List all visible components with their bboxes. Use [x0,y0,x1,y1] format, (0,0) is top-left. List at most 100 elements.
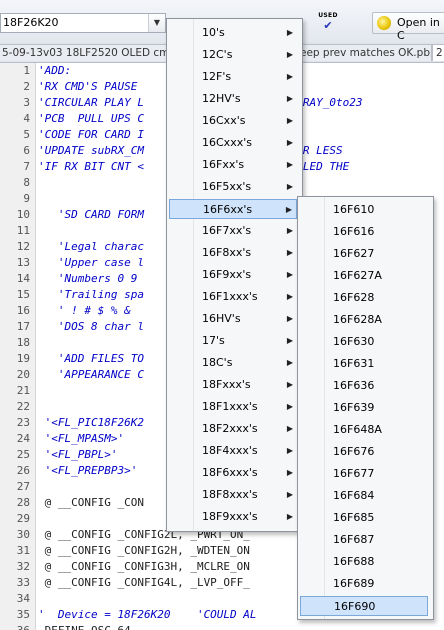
chevron-down-icon[interactable]: ▼ [148,14,165,32]
code-text: 'Trailing spa [38,288,144,301]
menu-item-family[interactable]: 12HV's ▶ [169,89,297,109]
line-number: 1 [23,64,30,77]
menu-item-label: 16Fxx's [202,158,245,171]
menu-item-label: 12F's [202,70,232,83]
code-text: ' Device = 18F26K20 'COULD AL [38,608,257,621]
menu-item-device[interactable]: 16F689 [300,574,428,594]
submenu-arrow-icon: ▶ [286,182,293,191]
sun-icon [377,16,391,30]
menu-item-device[interactable]: 16F688 [300,552,428,572]
menu-item-label: 16Cxx's [202,114,246,127]
code-line: 36 DEFINE OSC 64 [0,623,444,630]
menu-item-label: 16F639 [333,401,375,414]
code-text: 'Numbers 0 9 [38,272,138,285]
menu-item-label: 16F628 [333,291,375,304]
line-number: 33 [16,576,30,589]
line-number: 25 [16,448,30,461]
submenu-arrow-icon: ▶ [286,512,293,521]
menu-item-family[interactable]: 18F9xxx's ▶ [169,507,297,527]
code-text: 'DOS 8 char l [38,320,144,333]
menu-item-device[interactable]: 16F628 [300,288,428,308]
menu-item-label: 16F610 [333,203,375,216]
menu-item-device[interactable]: 16F690 [300,596,428,616]
menu-item-label: 16Cxxx's [202,136,252,149]
menu-item-device[interactable]: 16F684 [300,486,428,506]
code-text: 'Upper case l [38,256,144,269]
code-text: @ __CONFIG _CON [38,496,144,509]
menu-item-family[interactable]: 17's ▶ [169,331,297,351]
line-number: 2 [23,80,30,93]
submenu-arrow-icon: ▶ [286,380,293,389]
menu-item-device[interactable]: 16F687 [300,530,428,550]
line-number: 11 [16,224,30,237]
code-text: '<FL_MPASM>' [38,432,125,445]
menu-item-label: 18F4xxx's [202,444,258,457]
menu-item-family[interactable]: 18C's ▶ [169,353,297,373]
menu-item-device[interactable]: 16F631 [300,354,428,374]
menu-item-label: 16F636 [333,379,375,392]
code-text: 'ADD: [38,64,72,77]
menu-item-device[interactable]: 16F616 [300,222,428,242]
menu-item-device[interactable]: 16F610 [300,200,428,220]
line-number: 23 [16,416,30,429]
tab-file-3[interactable]: 2 [432,44,444,61]
line-number: 6 [23,144,30,157]
tab-file-2[interactable]: eep prev matches OK.pbp [296,44,432,61]
device-select[interactable]: 18F26K20 ▼ [0,13,166,33]
menu-item-label: 16F687 [333,533,375,546]
menu-item-family[interactable]: 18Fxxx's ▶ [169,375,297,395]
menu-item-device[interactable]: 16F648A [300,420,428,440]
menu-item-device[interactable]: 16F628A [300,310,428,330]
menu-item-family[interactable]: 16F9xx's ▶ [169,265,297,285]
menu-item-label: 16F6xx's [203,203,253,216]
line-number: 14 [16,272,30,285]
menu-item-family[interactable]: 16Fxx's ▶ [169,155,297,175]
menu-item-device[interactable]: 16F677 [300,464,428,484]
open-in-button[interactable]: Open in C [372,12,444,42]
submenu-arrow-icon: ▶ [286,468,293,477]
line-number: 19 [16,352,30,365]
menu-item-label: 12C's [202,48,233,61]
menu-item-family[interactable]: 16F5xx's ▶ [169,177,297,197]
menu-item-family[interactable]: 18F4xxx's ▶ [169,441,297,461]
menu-item-family[interactable]: 16F8xx's ▶ [169,243,297,263]
code-text: DEFINE OSC 64 [38,623,131,630]
menu-item-label: 16F688 [333,555,375,568]
menu-item-family[interactable]: 16HV's ▶ [169,309,297,329]
tab-file-1[interactable]: 5-09-13v03 18LF2520 OLED cmdsC [0,44,170,61]
menu-item-label: 16F627 [333,247,375,260]
line-number: 27 [16,480,30,493]
menu-item-family[interactable]: 16F6xx's ▶ [169,199,297,219]
menu-item-family[interactable]: 12C's ▶ [169,45,297,65]
menu-item-family[interactable]: 16Cxxx's ▶ [169,133,297,153]
code-text: ' ! # $ % & [38,304,131,317]
menu-item-device[interactable]: 16F639 [300,398,428,418]
menu-item-device[interactable]: 16F685 [300,508,428,528]
menu-item-family[interactable]: 18F2xxx's ▶ [169,419,297,439]
menu-item-family[interactable]: 10's ▶ [169,23,297,43]
menu-item-device[interactable]: 16F636 [300,376,428,396]
menu-item-label: 18F8xxx's [202,488,258,501]
menu-item-family[interactable]: 18F8xxx's ▶ [169,485,297,505]
menu-item-device[interactable]: 16F630 [300,332,428,352]
menu-item-device[interactable]: 16F627 [300,244,428,264]
menu-item-label: 16F677 [333,467,375,480]
menu-item-family[interactable]: 16Cxx's ▶ [169,111,297,131]
submenu-arrow-icon: ▶ [286,226,293,235]
menu-item-family[interactable]: 12F's ▶ [169,67,297,87]
menu-item-device[interactable]: 16F676 [300,442,428,462]
menu-item-label: 16F631 [333,357,375,370]
used-button[interactable]: USED ✔ [312,12,344,36]
menu-item-device[interactable]: 16F627A [300,266,428,286]
menu-item-label: 16F7xx's [202,224,252,237]
line-number: 32 [16,560,30,573]
menu-item-family[interactable]: 16F7xx's ▶ [169,221,297,241]
menu-item-label: 16F5xx's [202,180,252,193]
line-number: 34 [16,592,30,605]
line-number: 16 [16,304,30,317]
menu-item-family[interactable]: 16F1xxx's ▶ [169,287,297,307]
menu-item-family[interactable]: 18F6xxx's ▶ [169,463,297,483]
menu-item-family[interactable]: 18F1xxx's ▶ [169,397,297,417]
menu-item-label: 12HV's [202,92,241,105]
code-text: 'RX CMD'S PAUSE [38,80,138,93]
